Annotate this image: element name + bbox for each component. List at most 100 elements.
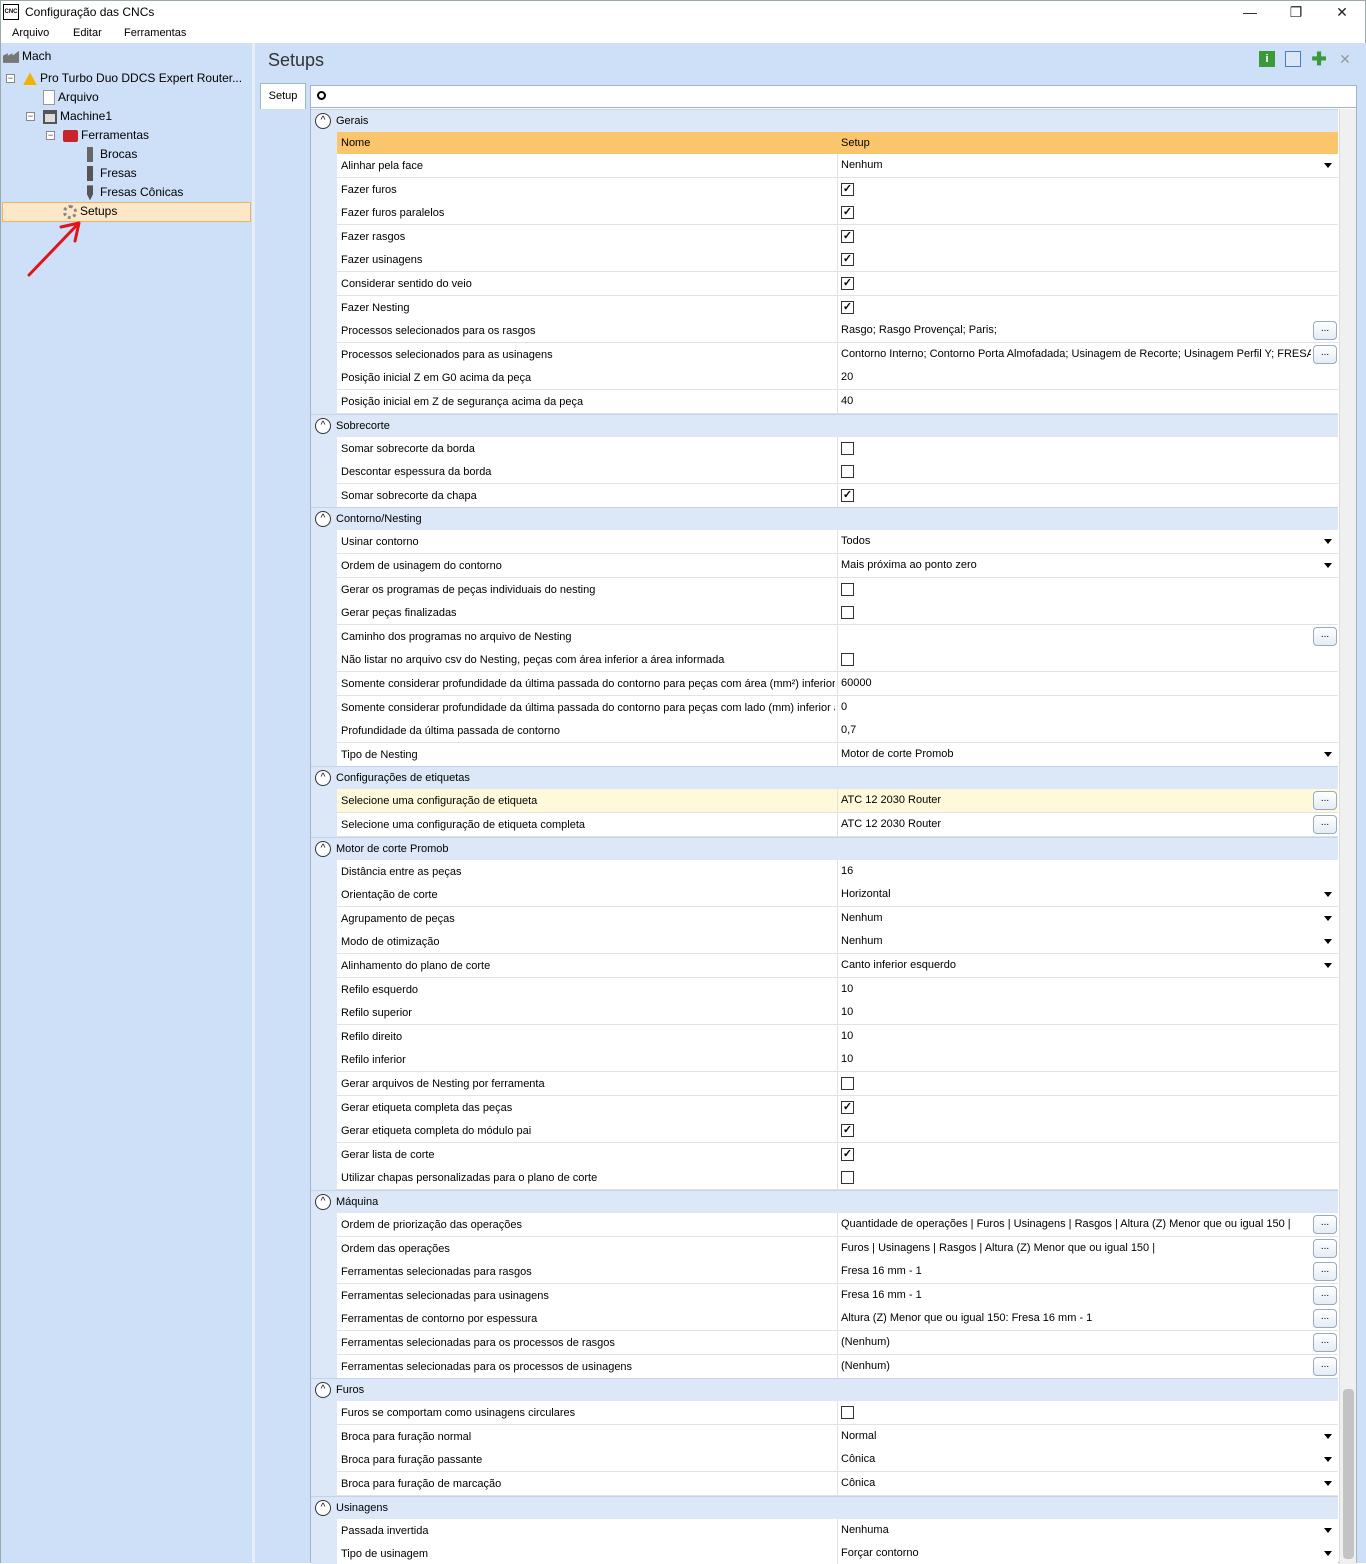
- property-checkbox[interactable]: ✓: [841, 182, 854, 196]
- ellipsis-button[interactable]: ...: [1313, 791, 1337, 811]
- property-checkbox[interactable]: ✓: [841, 229, 854, 243]
- ellipsis-button[interactable]: ...: [1313, 1309, 1337, 1329]
- ellipsis-button[interactable]: ...: [1313, 1215, 1337, 1234]
- property-row[interactable]: Ferramentas selecionadas para os process…: [337, 1354, 1338, 1379]
- property-row[interactable]: Gerar peças finalizadas: [337, 601, 1338, 626]
- property-row[interactable]: Alinhar pela face Nenhum: [337, 154, 1338, 178]
- tree-node-mach[interactable]: Mach: [3, 47, 51, 66]
- property-row[interactable]: Considerar sentido do veio ✓: [337, 272, 1338, 296]
- property-checkbox[interactable]: [841, 1171, 854, 1185]
- property-value[interactable]: 0: [841, 701, 1311, 713]
- property-row[interactable]: Distância entre as peças 16: [337, 859, 1338, 884]
- vertical-scrollbar[interactable]: [1339, 109, 1356, 1564]
- property-value[interactable]: 60000: [841, 677, 1311, 689]
- property-row[interactable]: Orientação de corte Horizontal: [337, 883, 1338, 908]
- property-checkbox[interactable]: ✓: [841, 1147, 854, 1161]
- category-header[interactable]: ^ Sobrecorte: [311, 413, 1338, 437]
- property-row[interactable]: Broca para furação de marcação Cônica: [337, 1472, 1338, 1496]
- scrollbar-thumb[interactable]: [1343, 1389, 1354, 1559]
- property-row[interactable]: Tipo de Nesting Motor de corte Promob: [337, 742, 1338, 767]
- collapse-icon[interactable]: −: [6, 74, 15, 83]
- property-row[interactable]: Ferramentas selecionadas para os process…: [337, 1331, 1338, 1355]
- property-row[interactable]: Fazer Nesting ✓: [337, 295, 1338, 320]
- property-row[interactable]: Posição inicial Z em G0 acima da peça 20: [337, 366, 1338, 391]
- category-header[interactable]: ^ Usinagens: [311, 1495, 1338, 1519]
- property-checkbox[interactable]: ✓: [841, 277, 854, 290]
- delete-icon[interactable]: ✕: [1337, 51, 1353, 67]
- property-checkbox[interactable]: [841, 465, 854, 479]
- chevron-up-icon[interactable]: ^: [315, 1194, 331, 1210]
- property-value[interactable]: 0,7: [841, 724, 1311, 736]
- chevron-up-icon[interactable]: ^: [315, 417, 331, 434]
- property-value[interactable]: Quantidade de operações | Furos | Usinag…: [841, 1218, 1311, 1230]
- property-value[interactable]: 10: [841, 1053, 1311, 1065]
- tree-node-brocas[interactable]: Brocas: [83, 145, 137, 164]
- property-row[interactable]: Ferramentas de contorno por espessura Alt…: [337, 1307, 1338, 1332]
- property-value[interactable]: (Nenhum): [841, 1336, 1311, 1348]
- property-row[interactable]: Não listar no arquivo csv do Nesting, pe…: [337, 648, 1338, 673]
- property-value[interactable]: Cônica: [841, 1477, 1311, 1489]
- tree-node-machine[interactable]: Pro Turbo Duo DDCS Expert Router...: [23, 69, 242, 88]
- property-value[interactable]: ATC 12 2030 Router: [841, 818, 1311, 830]
- property-checkbox[interactable]: [841, 582, 854, 596]
- property-row[interactable]: Gerar arquivos de Nesting por ferramenta: [337, 1072, 1338, 1096]
- property-row[interactable]: Somente considerar profundidade da últim…: [337, 695, 1338, 720]
- property-row[interactable]: Fazer furos ✓: [337, 177, 1338, 202]
- chevron-down-icon[interactable]: [1324, 1481, 1332, 1486]
- property-value[interactable]: Nenhum: [841, 912, 1311, 924]
- chevron-down-icon[interactable]: [1324, 1433, 1332, 1439]
- property-value[interactable]: Nenhuma: [841, 1524, 1311, 1536]
- property-row[interactable]: Gerar os programas de peças individuais …: [337, 577, 1338, 602]
- chevron-up-icon[interactable]: ^: [315, 840, 331, 857]
- category-header[interactable]: ^ Máquina: [311, 1190, 1338, 1213]
- property-checkbox[interactable]: [841, 1406, 854, 1420]
- property-checkbox[interactable]: [841, 653, 854, 667]
- chevron-down-icon[interactable]: [1324, 1527, 1332, 1533]
- property-value[interactable]: 20: [841, 371, 1311, 383]
- collapse-icon[interactable]: −: [46, 131, 55, 140]
- property-row[interactable]: Gerar etiqueta completa do módulo pai ✓: [337, 1119, 1338, 1144]
- property-row[interactable]: Utilizar chapas personalizadas para o pl…: [337, 1166, 1338, 1191]
- property-row[interactable]: Refilo inferior 10: [337, 1048, 1338, 1073]
- property-row[interactable]: Selecione uma configuração de etiqueta c…: [337, 813, 1338, 837]
- chevron-up-icon[interactable]: ^: [315, 511, 331, 528]
- collapse-icon[interactable]: −: [26, 112, 35, 121]
- ellipsis-button[interactable]: ...: [1313, 321, 1337, 341]
- property-value[interactable]: Fresa 16 mm - 1: [841, 1265, 1311, 1277]
- property-value[interactable]: Furos | Usinagens | Rasgos | Altura (Z) …: [841, 1242, 1311, 1254]
- property-value[interactable]: Canto inferior esquerdo: [841, 959, 1311, 971]
- property-value[interactable]: Nenhum: [841, 935, 1311, 947]
- ellipsis-button[interactable]: ...: [1313, 344, 1337, 364]
- property-checkbox[interactable]: ✓: [841, 206, 854, 220]
- tree-node-ferramentas[interactable]: Ferramentas: [63, 126, 149, 145]
- chevron-up-icon[interactable]: ^: [315, 1499, 331, 1516]
- property-row[interactable]: Modo de otimização Nenhum: [337, 930, 1338, 955]
- ellipsis-button[interactable]: ...: [1313, 1238, 1337, 1258]
- property-row[interactable]: Tipo de usinagem Forçar contorno: [337, 1542, 1338, 1564]
- property-row[interactable]: Ferramentas selecionadas para rasgos Fres…: [337, 1260, 1338, 1285]
- property-row[interactable]: Somar sobrecorte da chapa ✓: [337, 483, 1338, 508]
- maximize-button[interactable]: ❐: [1273, 1, 1319, 23]
- category-header[interactable]: ^ Contorno/Nesting: [311, 507, 1338, 531]
- property-checkbox[interactable]: ✓: [841, 253, 854, 267]
- chevron-down-icon[interactable]: [1324, 915, 1332, 921]
- property-row[interactable]: Ordem das operações Furos | Usinagens | R…: [337, 1236, 1338, 1261]
- property-value[interactable]: Todos: [841, 535, 1311, 547]
- property-value[interactable]: Forçar contorno: [841, 1547, 1311, 1559]
- property-row[interactable]: Usinar contorno Todos: [337, 530, 1338, 555]
- property-value[interactable]: 10: [841, 983, 1311, 995]
- menu-arquivo[interactable]: Arquivo: [12, 27, 49, 39]
- property-row[interactable]: Agrupamento de peças Nenhum: [337, 906, 1338, 931]
- property-value[interactable]: Contorno Interno; Contorno Porta Almofad…: [841, 348, 1311, 360]
- category-header[interactable]: ^ Motor de corte Promob: [311, 836, 1338, 860]
- property-value[interactable]: Motor de corte Promob: [841, 748, 1311, 760]
- add-icon[interactable]: ✚: [1311, 50, 1327, 68]
- ellipsis-button[interactable]: ...: [1313, 626, 1337, 646]
- category-header[interactable]: ^ Configurações de etiquetas: [311, 766, 1338, 790]
- category-header[interactable]: ^ Gerais: [311, 109, 1338, 132]
- ellipsis-button[interactable]: ...: [1313, 1285, 1337, 1305]
- property-row[interactable]: Fazer usinagens ✓: [337, 248, 1338, 273]
- property-row[interactable]: Gerar etiqueta completa das peças ✓: [337, 1095, 1338, 1120]
- tree-node-arquivo[interactable]: Arquivo: [43, 88, 99, 107]
- property-row[interactable]: Gerar lista de corte ✓: [337, 1142, 1338, 1167]
